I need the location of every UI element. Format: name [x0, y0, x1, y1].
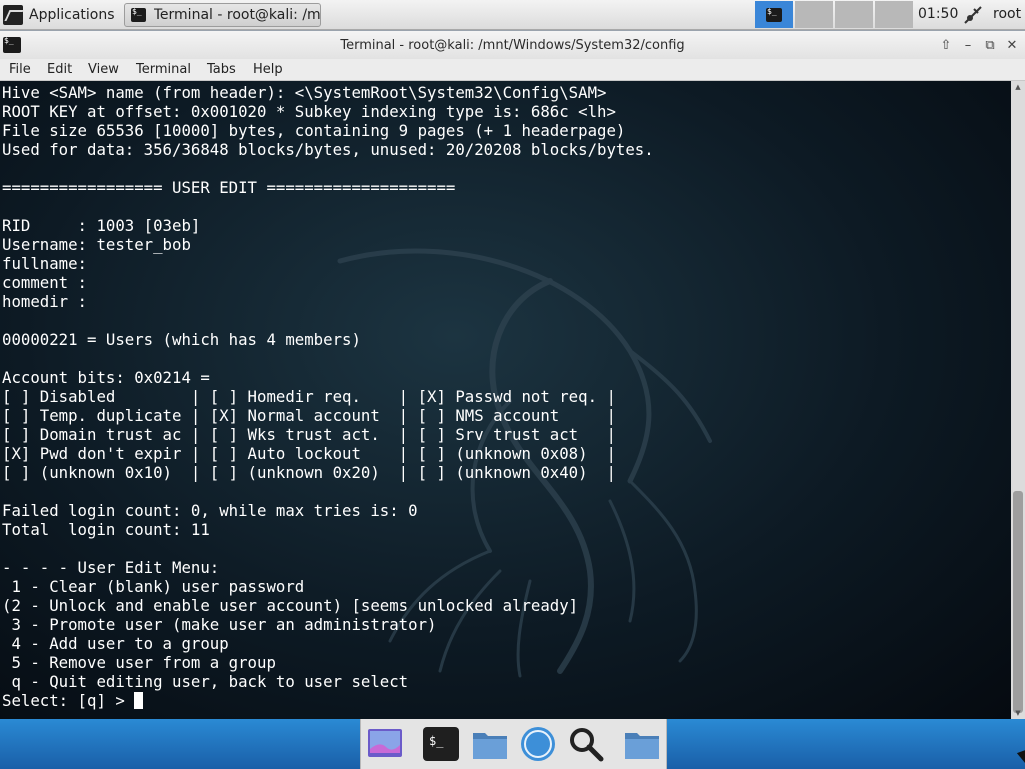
maximize-icon[interactable]: ⧉ — [980, 36, 1000, 54]
terminal-line: - - - - User Edit Menu: — [2, 558, 220, 577]
taskbar-terminal-label: Terminal - root@kali: /m... — [153, 7, 320, 23]
keep-above-icon[interactable]: ⇧ — [936, 36, 956, 54]
terminal-text: Hive <SAM> name (from header): <\SystemR… — [2, 83, 654, 710]
terminal-window: Terminal - root@kali: /mnt/Windows/Syste… — [0, 31, 1025, 719]
terminal-output[interactable]: Hive <SAM> name (from header): <\SystemR… — [0, 81, 1011, 719]
terminal-icon — [766, 7, 782, 22]
terminal-line: 1 - Clear (blank) user password — [2, 577, 305, 596]
kali-menu-icon — [3, 5, 23, 25]
terminal-line: Used for data: 356/36848 blocks/bytes, u… — [2, 140, 654, 159]
close-icon[interactable]: ✕ — [1002, 36, 1022, 54]
web-browser-icon[interactable] — [519, 725, 557, 763]
menu-view[interactable]: View — [88, 62, 119, 77]
menu-edit[interactable]: Edit — [47, 62, 72, 77]
terminal-line: q - Quit editing user, back to user sele… — [2, 672, 409, 691]
applications-menu-button[interactable]: Applications — [3, 3, 115, 27]
menu-help[interactable]: Help — [253, 62, 283, 77]
terminal-line: [ ] Temp. duplicate | [X] Normal account… — [2, 406, 616, 425]
terminal-line: 5 - Remove user from a group — [2, 653, 276, 672]
terminal-line: Total login count: 11 — [2, 520, 210, 539]
terminal-line: File size 65536 [10000] bytes, containin… — [2, 121, 626, 140]
terminal-line: 4 - Add user to a group — [2, 634, 229, 653]
terminal-line: Account bits: 0x0214 = — [2, 368, 210, 387]
workspace-1[interactable] — [755, 1, 793, 28]
terminal-line: 3 - Promote user (make user an administr… — [2, 615, 437, 634]
terminal-line: [ ] Domain trust ac | [ ] Wks trust act.… — [2, 425, 616, 444]
terminal-prompt-line[interactable]: Select: [q] > — [2, 691, 654, 710]
terminal-line: RID : 1003 [03eb] — [2, 216, 201, 235]
terminal-line: ================= USER EDIT ============… — [2, 178, 456, 197]
terminal-line: Failed login count: 0, while max tries i… — [2, 501, 418, 520]
taskbar-terminal-button[interactable]: Terminal - root@kali: /m... — [124, 3, 321, 27]
user-menu[interactable]: root — [993, 6, 1021, 22]
workspace-switcher — [755, 1, 915, 29]
terminal-line: ROOT KEY at offset: 0x001020 * Subkey in… — [2, 102, 616, 121]
top-panel: Applications Terminal - root@kali: /m...… — [0, 0, 1025, 30]
terminal-line: Hive <SAM> name (from header): <\SystemR… — [2, 83, 607, 102]
window-controls: ⇧ – ⧉ ✕ — [934, 36, 1022, 54]
terminal-scrollbar[interactable]: ▲ ▼ — [1011, 81, 1025, 719]
workspace-4[interactable] — [875, 1, 913, 28]
terminal-line: [ ] (unknown 0x10) | [ ] (unknown 0x20) … — [2, 463, 616, 482]
terminal-line: (2 - Unlock and enable user account) [se… — [2, 596, 579, 615]
menubar: File Edit View Terminal Tabs Help — [0, 59, 1025, 81]
scroll-down-icon[interactable]: ▼ — [1013, 709, 1023, 717]
file-manager-icon[interactable] — [471, 725, 509, 763]
terminal-icon[interactable]: $_ — [422, 725, 460, 763]
terminal-line: [ ] Disabled | [ ] Homedir req. | [X] Pa… — [2, 387, 616, 406]
applications-label: Applications — [29, 7, 115, 23]
folder-icon[interactable] — [623, 725, 661, 763]
terminal-prompt: Select: [q] > — [2, 691, 135, 710]
terminal-line: homedir : — [2, 292, 88, 311]
terminal-line: [X] Pwd don't expir | [ ] Auto lockout |… — [2, 444, 616, 463]
window-titlebar[interactable]: Terminal - root@kali: /mnt/Windows/Syste… — [0, 31, 1025, 59]
svg-text:$_: $_ — [429, 734, 444, 748]
workspace-2[interactable] — [795, 1, 833, 28]
clock[interactable]: 01:50 — [918, 6, 958, 22]
terminal-icon — [131, 7, 146, 22]
menu-tabs[interactable]: Tabs — [207, 62, 236, 77]
terminal-line: 00000221 = Users (which has 4 members) — [2, 330, 361, 349]
scroll-up-icon[interactable]: ▲ — [1013, 83, 1023, 91]
window-title: Terminal - root@kali: /mnt/Windows/Syste… — [340, 38, 685, 53]
search-icon[interactable] — [567, 725, 605, 763]
text-cursor — [134, 692, 144, 709]
terminal-line: Username: tester_bob — [2, 235, 191, 254]
scrollbar-thumb[interactable] — [1013, 491, 1023, 713]
terminal-line: comment : — [2, 273, 88, 292]
menu-file[interactable]: File — [9, 62, 31, 77]
workspace-3[interactable] — [835, 1, 873, 28]
menu-terminal[interactable]: Terminal — [136, 62, 191, 77]
desktop-icon[interactable] — [366, 725, 404, 763]
terminal-line: fullname: — [2, 254, 88, 273]
minimize-icon[interactable]: – — [958, 36, 978, 54]
network-icon[interactable] — [962, 5, 984, 25]
dock: $_ — [360, 719, 667, 769]
